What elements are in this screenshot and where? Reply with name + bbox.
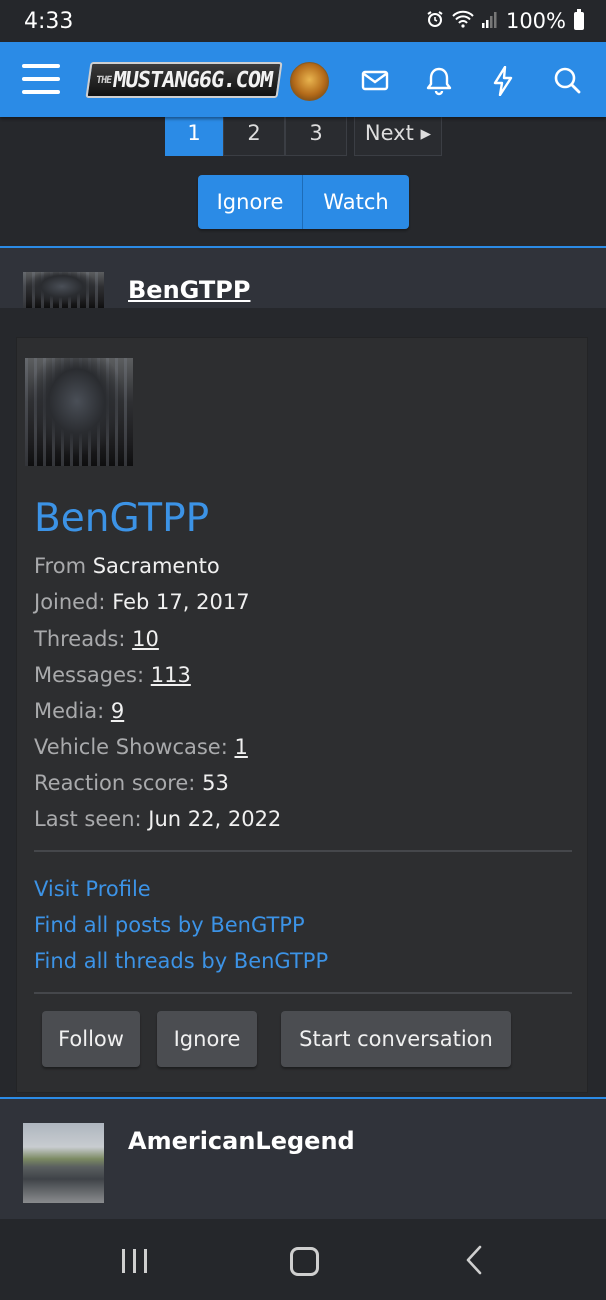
- watch-thread-button[interactable]: Watch: [302, 175, 409, 229]
- member-joined: Joined: Feb 17, 2017: [34, 590, 250, 614]
- start-conversation-button[interactable]: Start conversation: [281, 1011, 511, 1067]
- battery-text: 100%: [505, 9, 566, 33]
- vehicle-label: Vehicle Showcase:: [34, 735, 228, 759]
- status-time: 4:33: [24, 9, 74, 34]
- envelope-icon[interactable]: [361, 66, 389, 94]
- messages-label: Messages:: [34, 663, 145, 687]
- reaction-value: 53: [202, 771, 229, 795]
- alarm-icon: [426, 9, 444, 33]
- member-media: Media: 9: [34, 699, 124, 723]
- messages-value[interactable]: 113: [151, 663, 191, 687]
- member-last-seen: Last seen: Jun 22, 2022: [34, 807, 281, 831]
- signal-icon: [481, 9, 498, 33]
- vehicle-value[interactable]: 1: [234, 735, 247, 759]
- reaction-label: Reaction score:: [34, 771, 196, 795]
- author-name[interactable]: BenGTPP: [128, 276, 250, 304]
- next-author-avatar[interactable]: [23, 1123, 104, 1203]
- next-author-name[interactable]: AmericanLegend: [128, 1127, 355, 1155]
- bell-icon[interactable]: [426, 66, 452, 96]
- threads-label: Threads:: [34, 627, 126, 651]
- search-icon[interactable]: [553, 66, 581, 94]
- recent-apps-icon[interactable]: [122, 1249, 147, 1273]
- joined-label: Joined:: [34, 590, 106, 614]
- status-icons: 100%: [426, 9, 584, 33]
- member-threads: Threads: 10: [34, 627, 159, 651]
- ignore-thread-button[interactable]: Ignore: [198, 175, 302, 229]
- media-label: Media:: [34, 699, 105, 723]
- lastseen-label: Last seen:: [34, 807, 142, 831]
- logo-prefix: THE: [95, 74, 112, 86]
- find-threads-link[interactable]: Find all threads by BenGTPP: [34, 949, 328, 973]
- lastseen-value: Jun 22, 2022: [148, 807, 282, 831]
- member-avatar[interactable]: [25, 358, 133, 466]
- lightning-icon[interactable]: [492, 66, 514, 96]
- from-value: Sacramento: [92, 554, 220, 578]
- card-divider: [34, 850, 572, 852]
- home-icon[interactable]: [290, 1247, 319, 1276]
- author-avatar[interactable]: [23, 272, 104, 308]
- site-header: THE MUSTANG6G.COM: [0, 42, 606, 117]
- member-name[interactable]: BenGTPP: [34, 496, 209, 541]
- next-author-row: AmericanLegend: [0, 1099, 606, 1219]
- from-label: From: [34, 554, 87, 578]
- post-author-row: BenGTPP: [0, 248, 606, 308]
- system-nav-bar: [0, 1219, 606, 1300]
- visit-profile-link[interactable]: Visit Profile: [34, 877, 151, 901]
- member-location: From Sacramento: [34, 554, 220, 578]
- follow-button[interactable]: Follow: [42, 1011, 140, 1067]
- media-value[interactable]: 9: [111, 699, 124, 723]
- threads-value[interactable]: 10: [132, 627, 159, 651]
- member-vehicle-showcase: Vehicle Showcase: 1: [34, 735, 248, 759]
- status-bar: 4:33 100%: [0, 0, 606, 42]
- logo-text: MUSTANG6G.COM: [111, 67, 275, 93]
- member-card: BenGTPP From Sacramento Joined: Feb 17, …: [17, 338, 587, 1092]
- back-icon[interactable]: [464, 1245, 484, 1279]
- find-posts-link[interactable]: Find all posts by BenGTPP: [34, 913, 305, 937]
- member-reaction-score: Reaction score: 53: [34, 771, 229, 795]
- site-logo[interactable]: THE MUSTANG6G.COM: [85, 62, 283, 98]
- joined-value: Feb 17, 2017: [112, 590, 250, 614]
- ignore-member-button[interactable]: Ignore: [157, 1011, 257, 1067]
- wifi-icon: [452, 9, 474, 33]
- user-avatar[interactable]: [290, 62, 329, 101]
- card-divider: [34, 992, 572, 994]
- menu-icon[interactable]: [22, 64, 60, 96]
- member-messages: Messages: 113: [34, 663, 191, 687]
- battery-icon: [574, 9, 584, 30]
- thread-actions: Ignore Watch: [198, 175, 409, 229]
